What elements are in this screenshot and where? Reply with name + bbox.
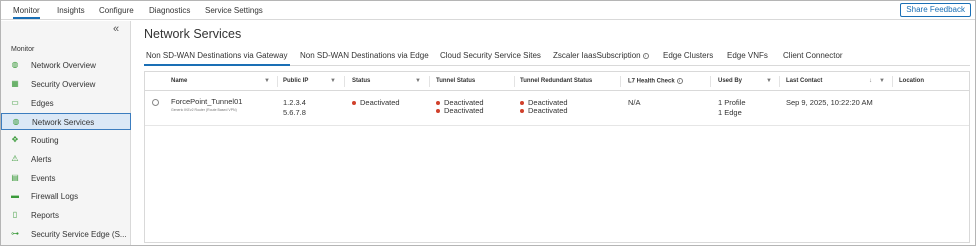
col-tunnel-redundant-status[interactable]: Tunnel Redundant Status — [520, 78, 592, 84]
firewall-logs-icon: ▬ — [11, 191, 19, 200]
col-status[interactable]: Status — [352, 78, 370, 84]
filter-icon[interactable]: ▼ — [264, 78, 270, 84]
col-location[interactable]: Location — [899, 78, 924, 84]
sidebar-item-firewall-logs[interactable]: ▬ Firewall Logs — [1, 188, 131, 205]
status-dot-icon — [352, 101, 356, 106]
status-dot-icon — [520, 109, 524, 114]
topnav-insights[interactable]: Insights — [57, 6, 85, 15]
topnav-diagnostics[interactable]: Diagnostics — [149, 6, 190, 15]
column-divider — [620, 76, 621, 87]
col-name[interactable]: Name — [171, 78, 187, 84]
sidebar-item-alerts[interactable]: ⚠ Alerts — [1, 151, 131, 168]
column-divider — [344, 76, 345, 87]
sidebar-section-label: Monitor — [11, 46, 35, 53]
col-last-contact[interactable]: Last Contact — [786, 78, 822, 84]
sidebar-item-label: Edges — [31, 99, 54, 108]
cell-l7-health: N/A — [628, 98, 641, 107]
reports-icon: ▯ — [12, 210, 18, 219]
status-text: Deactivated — [444, 106, 484, 115]
column-divider — [429, 76, 430, 87]
column-divider — [277, 76, 278, 87]
cell-used-by-profile[interactable]: 1 Profile — [718, 98, 746, 107]
sidebar-item-security-overview[interactable]: ▦ Security Overview — [1, 76, 131, 93]
cell-used-by-edge[interactable]: 1 Edge — [718, 108, 742, 117]
filter-icon[interactable]: ▼ — [766, 78, 772, 84]
tab-non-sdwan-gateway[interactable]: Non SD-WAN Destinations via Gateway — [144, 51, 290, 66]
sidebar-item-network-overview[interactable]: ◍ Network Overview — [1, 57, 131, 74]
status-text: Deactivated — [360, 98, 400, 107]
sidebar-item-label: Security Overview — [31, 80, 96, 89]
table-header: Name ▼ Public IP ▼ Status ▼ Tunnel Statu… — [145, 72, 969, 91]
sidebar-item-edges[interactable]: ▭ Edges — [1, 95, 131, 112]
double-chevron-left-icon[interactable]: « — [113, 23, 119, 35]
tab-label: Zscaler IaasSubscription — [553, 51, 641, 60]
sidebar-item-label: Security Service Edge (S... — [31, 230, 127, 239]
network-services-icon: ◍ — [12, 117, 20, 126]
sidebar-item-reports[interactable]: ▯ Reports — [1, 207, 131, 224]
cell-redundant-status-2: Deactivated — [520, 106, 568, 115]
cell-name[interactable]: ForcePoint_Tunnel01 — [171, 97, 242, 106]
col-tunnel-status[interactable]: Tunnel Status — [436, 78, 475, 84]
cell-public-ip-2: 5.6.7.8 — [283, 108, 306, 117]
col-public-ip[interactable]: Public IP — [283, 78, 308, 84]
share-feedback-button[interactable]: Share Feedback — [900, 3, 971, 17]
row-radio-button[interactable] — [152, 99, 159, 106]
events-icon: ▤ — [11, 173, 19, 182]
col-used-by[interactable]: Used By — [718, 78, 742, 84]
cell-public-ip-1: 1.2.3.4 — [283, 98, 306, 107]
edges-icon: ▭ — [11, 98, 19, 107]
sse-icon: ⊶ — [11, 229, 19, 238]
routing-icon: ✥ — [11, 135, 19, 144]
column-divider — [779, 76, 780, 87]
tab-edge-vnfs[interactable]: Edge VNFs — [727, 51, 768, 60]
alerts-icon: ⚠ — [11, 154, 19, 163]
status-dot-icon — [436, 109, 440, 114]
security-overview-icon: ▦ — [11, 79, 19, 88]
tab-bar: Non SD-WAN Destinations via Gateway Non … — [144, 48, 970, 66]
sidebar-item-label: Alerts — [31, 155, 52, 164]
topnav-configure[interactable]: Configure — [99, 6, 134, 15]
tab-edge-clusters[interactable]: Edge Clusters — [663, 51, 713, 60]
sidebar: « Monitor ◍ Network Overview ▦ Security … — [1, 21, 131, 245]
top-nav: Monitor Insights Configure Diagnostics S… — [1, 1, 975, 20]
topnav-service-settings[interactable]: Service Settings — [205, 6, 263, 15]
status-text: Deactivated — [528, 106, 568, 115]
sidebar-item-label: Firewall Logs — [31, 192, 79, 201]
table-row[interactable]: ForcePoint_Tunnel01 Generic IKEv2 Router… — [145, 92, 969, 126]
cell-last-contact: Sep 9, 2025, 10:22:20 AM — [786, 98, 873, 107]
tab-client-connector[interactable]: Client Connector — [783, 51, 843, 60]
cell-status: Deactivated — [352, 98, 400, 107]
sidebar-item-routing[interactable]: ✥ Routing — [1, 132, 131, 149]
cell-tunnel-status-2: Deactivated — [436, 106, 484, 115]
tab-non-sdwan-edge[interactable]: Non SD-WAN Destinations via Edge — [300, 51, 429, 60]
page-title: Network Services — [144, 27, 242, 41]
sidebar-item-label: Reports — [31, 211, 60, 220]
sidebar-item-security-service-edge[interactable]: ⊶ Security Service Edge (S... — [1, 226, 131, 243]
col-label: L7 Health Check — [628, 78, 675, 85]
column-divider — [892, 76, 893, 87]
sidebar-item-events[interactable]: ▤ Events — [1, 170, 131, 187]
filter-icon[interactable]: ▼ — [879, 78, 885, 84]
column-divider — [710, 76, 711, 87]
sort-arrow-icon[interactable]: ↓ — [869, 78, 872, 84]
info-icon: i — [676, 78, 683, 84]
cell-name-subtitle: Generic IKEv2 Router (Route Based VPN) — [171, 108, 237, 112]
sidebar-item-label: Network Services — [32, 118, 95, 127]
network-overview-icon: ◍ — [11, 60, 19, 69]
tab-cloud-security-service-sites[interactable]: Cloud Security Service Sites — [440, 51, 541, 60]
filter-icon[interactable]: ▼ — [330, 78, 336, 84]
sidebar-item-network-services[interactable]: ◍ Network Services — [1, 113, 131, 130]
sidebar-item-label: Network Overview — [31, 61, 96, 70]
status-dot-icon — [436, 101, 440, 106]
column-divider — [514, 76, 515, 87]
status-dot-icon — [520, 101, 524, 106]
sidebar-item-label: Routing — [31, 136, 59, 145]
info-icon: i — [642, 52, 649, 59]
topnav-monitor[interactable]: Monitor — [13, 6, 40, 19]
tab-zscaler-iaas-subscription[interactable]: Zscaler IaasSubscription i — [553, 51, 649, 60]
network-services-table: Name ▼ Public IP ▼ Status ▼ Tunnel Statu… — [144, 71, 970, 243]
filter-icon[interactable]: ▼ — [415, 78, 421, 84]
sidebar-item-label: Events — [31, 174, 56, 183]
col-l7-health-check[interactable]: L7 Health Check i — [628, 78, 683, 85]
